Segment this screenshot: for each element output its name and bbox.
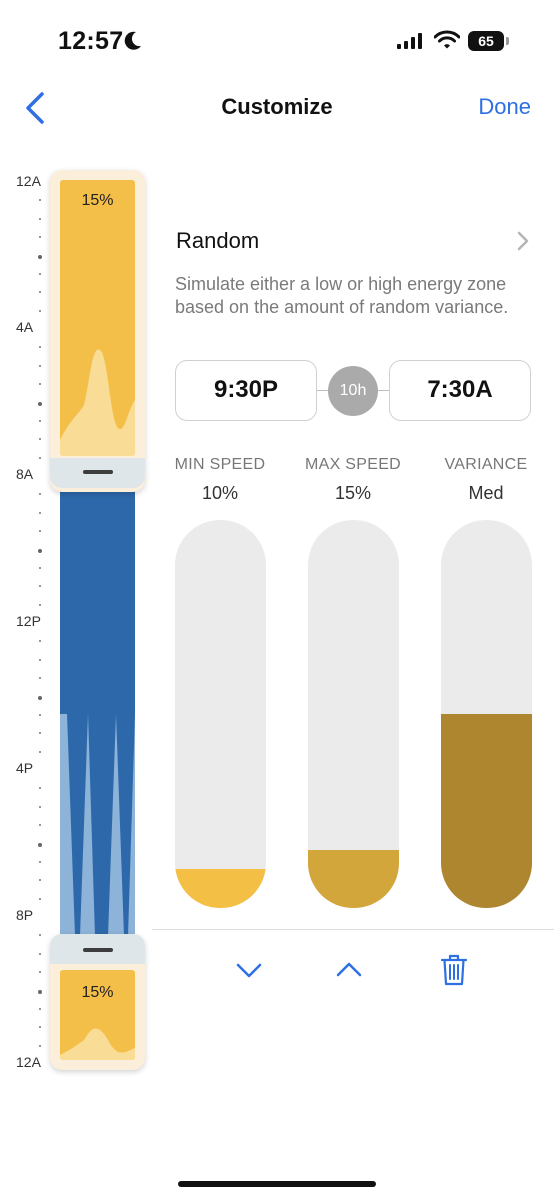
divider — [152, 929, 554, 930]
ruler-label: 12P — [16, 613, 41, 629]
min-speed-header: MIN SPEED — [174, 456, 266, 473]
ruler-tick — [39, 419, 41, 422]
ruler-tick — [39, 750, 41, 753]
ruler-tick — [39, 824, 41, 827]
moon-icon — [123, 30, 143, 57]
ruler-tick — [39, 438, 41, 441]
chevron-right-icon[interactable] — [516, 230, 530, 257]
ruler-label: 8P — [16, 907, 34, 923]
ruler-tick — [39, 640, 41, 643]
ruler-tick — [39, 511, 41, 514]
ruler-tick — [39, 456, 41, 459]
move-up-button[interactable] — [329, 950, 369, 990]
chevron-down-icon — [236, 963, 262, 978]
ruler-tick — [39, 236, 41, 239]
ruler-tick — [38, 254, 42, 259]
battery-icon: 65 — [468, 31, 509, 51]
ruler-label: 12A — [16, 173, 41, 189]
page-title: Customize — [221, 94, 333, 119]
ruler-tick — [39, 1007, 41, 1010]
variance-header: VARIANCE — [444, 456, 528, 473]
ruler-label: 12A — [16, 1054, 41, 1070]
done-button[interactable]: Done — [478, 94, 531, 120]
top-energy-block[interactable]: 15% — [50, 170, 145, 492]
chevron-up-icon — [336, 962, 362, 977]
ruler-tick — [39, 566, 41, 569]
ruler-tick — [39, 1026, 41, 1029]
status-time: 12:57 — [58, 27, 124, 55]
duration-badge: 10h — [328, 366, 378, 416]
mode-description: Simulate either a low or high energy zon… — [175, 274, 509, 317]
ruler-tick — [39, 383, 41, 386]
ruler-tick — [39, 291, 41, 294]
energy-curve — [60, 349, 135, 456]
ruler-tick — [39, 493, 41, 496]
ruler-tick — [39, 952, 41, 955]
max-speed-value: 15% — [334, 483, 372, 503]
ruler-tick — [38, 548, 42, 553]
bottom-energy-block[interactable]: 15% — [50, 934, 145, 1070]
time-ruler: 12A 4A 8A 12P 4P 8P 12A — [0, 170, 48, 1070]
max-speed-slider[interactable] — [308, 520, 399, 908]
home-indicator[interactable] — [178, 1181, 376, 1187]
cellular-signal-icon — [397, 33, 423, 54]
mode-name[interactable]: Random — [176, 228, 259, 254]
ruler-tick — [38, 401, 42, 406]
ruler-tick — [39, 530, 41, 533]
variance-slider[interactable] — [441, 520, 532, 908]
day-timeline[interactable]: 15% 15% — [50, 170, 145, 1070]
ruler-tick — [39, 860, 41, 863]
ruler-tick — [38, 989, 42, 994]
energy-curve — [60, 1028, 135, 1060]
ruler-tick — [39, 364, 41, 367]
ruler-tick — [39, 603, 41, 606]
variance-waveform — [60, 714, 135, 936]
trash-icon — [440, 954, 468, 986]
move-down-button[interactable] — [229, 950, 269, 990]
status-bar: 12:57 65 — [0, 0, 554, 80]
min-speed-slider[interactable] — [175, 520, 266, 908]
ruler-tick — [39, 732, 41, 735]
night-segment[interactable] — [60, 488, 135, 936]
ruler-tick — [39, 934, 41, 937]
start-time-button[interactable]: 9:30P — [175, 360, 317, 421]
battery-level: 65 — [468, 31, 504, 51]
ruler-tick — [39, 272, 41, 275]
ruler-tick — [38, 842, 42, 847]
wifi-icon — [433, 30, 461, 55]
settings-panel: Random Simulate either a low or high ene… — [152, 170, 554, 986]
ruler-tick — [39, 1044, 41, 1047]
ruler-tick — [39, 971, 41, 974]
variance-fill — [441, 714, 532, 908]
ruler-tick — [39, 897, 41, 900]
ruler-tick — [39, 309, 41, 312]
drag-handle[interactable] — [83, 470, 113, 474]
ruler-label: 4A — [16, 319, 34, 335]
ruler-tick — [39, 217, 41, 220]
ruler-label: 8A — [16, 466, 34, 482]
ruler-tick — [39, 658, 41, 661]
delete-button[interactable] — [434, 950, 474, 990]
min-speed-value: 10% — [201, 483, 239, 503]
ruler-tick — [39, 346, 41, 349]
ruler-tick — [39, 677, 41, 680]
ruler-tick — [39, 787, 41, 790]
ruler-tick — [38, 695, 42, 700]
ruler-tick — [39, 805, 41, 808]
ruler-tick — [39, 879, 41, 882]
max-speed-header: MAX SPEED — [304, 456, 402, 473]
drag-handle[interactable] — [83, 948, 113, 952]
min-speed-fill — [175, 869, 266, 908]
ruler-tick — [39, 713, 41, 716]
ruler-tick — [39, 585, 41, 588]
ruler-label: 4P — [16, 760, 34, 776]
variance-value: Med — [468, 483, 504, 503]
end-time-button[interactable]: 7:30A — [389, 360, 531, 421]
max-speed-fill — [308, 850, 399, 908]
navigation-bar: Customize Done — [0, 80, 554, 136]
ruler-tick — [39, 199, 41, 202]
